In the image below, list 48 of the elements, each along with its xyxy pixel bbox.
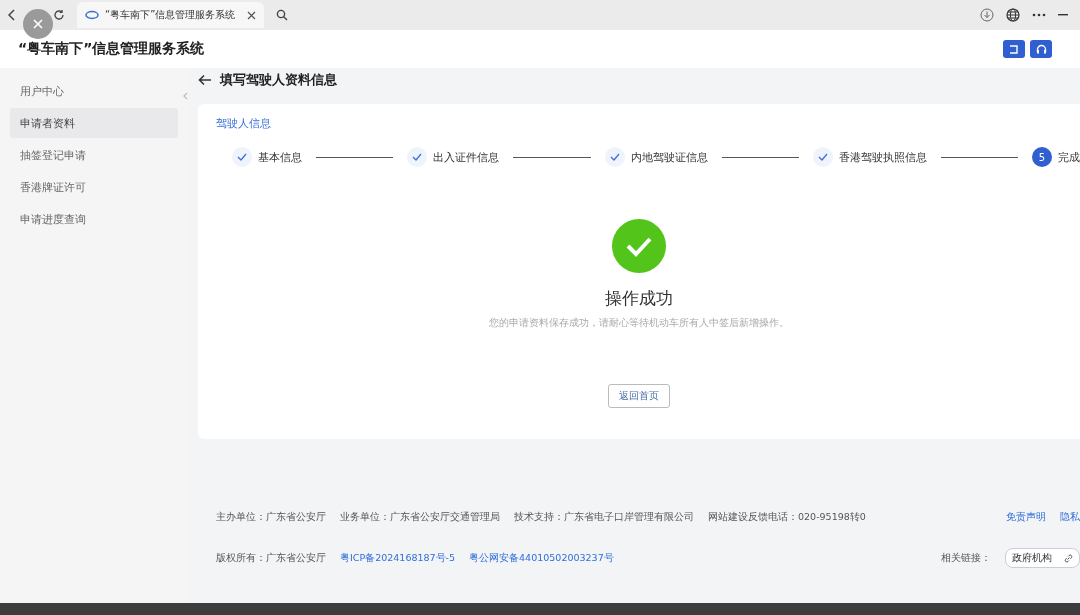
footer-text: 网站建设反馈电话：020-95198转0 [708,511,866,524]
step-label: 香港驾驶执照信息 [838,149,927,165]
sidebar-item[interactable]: 抽签登记申请 [10,140,178,170]
exit-icon [1009,44,1019,54]
page-title: 填写驾驶人资料信息 [220,71,337,89]
footer-text: 业务单位：广东省公安厅交通管理局 [340,511,500,524]
related-links-select[interactable]: 政府机构 [1005,548,1080,568]
section-title: 驾驶人信息 [216,116,272,131]
select-value: 政府机构 [1012,551,1052,565]
site-logo-icon [85,10,99,20]
more-icon[interactable] [1032,13,1046,17]
step-label: 基本信息 [258,149,302,165]
download-icon[interactable] [980,8,994,22]
footer-text: 版权所有：广东省公安厅 [216,551,326,565]
app-title: “粤车南下”信息管理服务系统 [18,40,205,58]
minimize-icon[interactable] [1058,14,1068,16]
step-label: 完成 [1058,149,1080,165]
exit-button[interactable] [1003,40,1025,58]
back-icon[interactable] [8,9,15,21]
footer-link[interactable]: 免责声明 [1006,511,1046,524]
reload-icon[interactable] [53,9,65,21]
back-arrow-icon[interactable] [198,74,212,86]
headset-button[interactable] [1030,40,1052,58]
related-links-label: 相关链接： [941,551,991,565]
sidebar-item[interactable]: 香港牌证许可 [10,172,178,202]
footer-link[interactable]: 粤ICP备2024168187号-5 [340,551,456,565]
headset-icon [1035,44,1047,54]
return-home-button[interactable]: 返回首页 [608,384,670,408]
success-check-icon [612,219,666,273]
footer-text: 技术支持：广东省电子口岸管理有限公司 [514,511,694,524]
globe-icon[interactable] [1006,8,1020,22]
footer-link[interactable]: 粤公网安备44010502003237号 [469,551,614,565]
link-icon [1064,553,1073,563]
search-icon[interactable] [276,9,289,21]
footer-link[interactable]: 隐私 [1060,511,1080,524]
footer-text: 主办单位：广东省公安厅 [216,511,326,524]
sidebar-item[interactable]: 申请者资料 [10,108,178,138]
result-title: 操作成功 [605,287,673,310]
result-message: 您的申请资料保存成功，请耐心等待机动车所有人中签后新增操作。 [489,316,789,330]
close-icon [32,18,44,30]
sidebar-item[interactable]: 用户中心 [10,76,178,106]
step-label: 出入证件信息 [433,149,500,165]
sidebar-item[interactable]: 申请进度查询 [10,204,178,234]
step-number: 5 [1032,147,1052,167]
browser-tab[interactable]: “粤车南下”信息管理服务系统 [77,2,265,28]
close-icon[interactable] [247,10,257,20]
tab-title: “粤车南下”信息管理服务系统 [105,8,236,22]
step-label: 内地驾驶证信息 [630,149,708,165]
